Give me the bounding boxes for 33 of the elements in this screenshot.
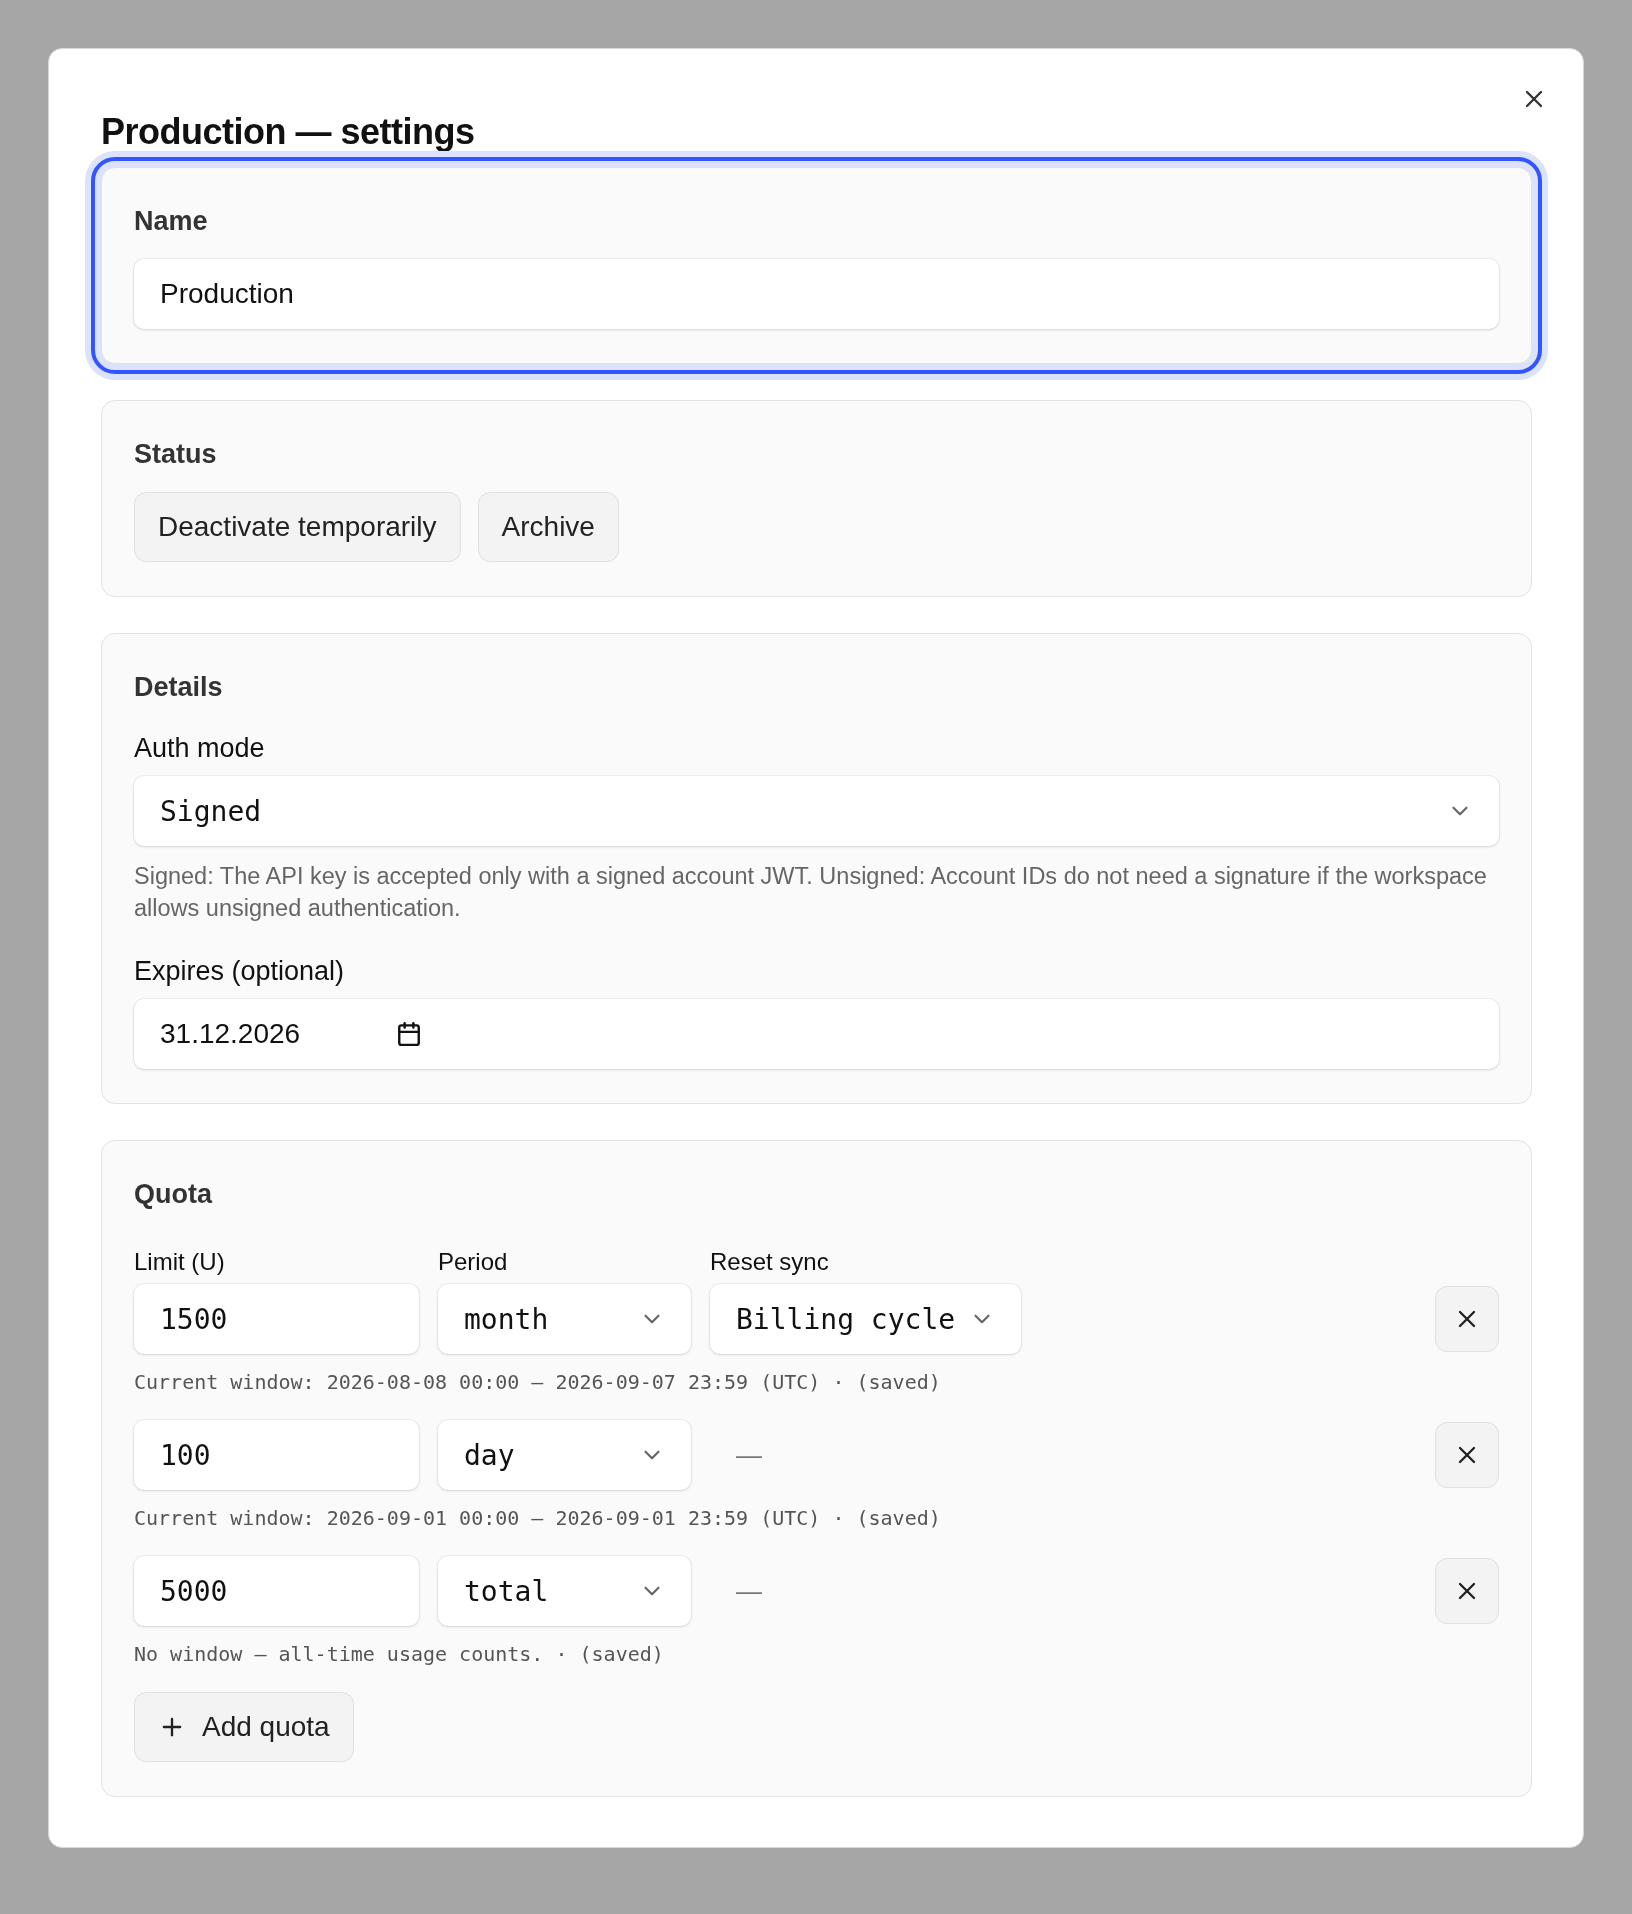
help-text: Signed: The API key is accepted only with a signed account JWT. Unsigned: Account IDs do not need a signature if the workspace allows unsigned authentication. <box>134 862 1488 923</box>
column-label: Period <box>438 1248 509 1276</box>
limit-input[interactable]: 1500 <box>134 1284 419 1354</box>
field-label: Expires (optional) <box>134 956 346 987</box>
remove-button[interactable] <box>1435 1286 1499 1352</box>
select-field[interactable]: day <box>438 1420 691 1490</box>
remove-button[interactable] <box>1435 1558 1499 1624</box>
status-button[interactable]: Deactivate temporarily <box>134 492 461 562</box>
remove-button[interactable] <box>1435 1422 1499 1488</box>
select-field[interactable]: month <box>438 1284 691 1354</box>
add-quota-button[interactable]: Add quota <box>134 1692 354 1762</box>
field-label: Auth mode <box>134 733 266 764</box>
select-field[interactable]: Billing cycle <box>710 1284 1022 1354</box>
section-heading: Quota <box>134 1179 214 1210</box>
limit-input[interactable]: 5000 <box>134 1556 419 1626</box>
limit-input[interactable]: 100 <box>134 1420 419 1490</box>
column-label: Limit (U) <box>134 1248 226 1276</box>
column-label: Reset sync <box>710 1248 830 1276</box>
window-note: Current window: 2026-08-08 00:00 – 2026-09-07 23:59 (UTC) · (saved) <box>134 1370 941 1394</box>
window-note: No window — all-time usage counts. · (saved) <box>134 1642 664 1666</box>
calendar-icon[interactable] <box>396 1021 422 1047</box>
section-heading: Name <box>134 206 209 237</box>
status-button[interactable]: Archive <box>477 492 619 562</box>
date-input[interactable]: 31.12.2026 <box>134 999 1499 1069</box>
dialog-title: Production — settings <box>101 111 475 153</box>
select-field[interactable]: Signed <box>134 776 1499 846</box>
window-note: Current window: 2026-09-01 00:00 – 2026-09-01 23:59 (UTC) · (saved) <box>134 1506 941 1530</box>
empty-dash: — <box>736 1574 762 1608</box>
section-heading: Status <box>134 439 218 470</box>
select-field[interactable]: total <box>438 1556 691 1626</box>
name-input[interactable]: Production <box>134 259 1499 329</box>
section-heading: Details <box>134 672 224 703</box>
empty-dash: — <box>736 1438 762 1472</box>
